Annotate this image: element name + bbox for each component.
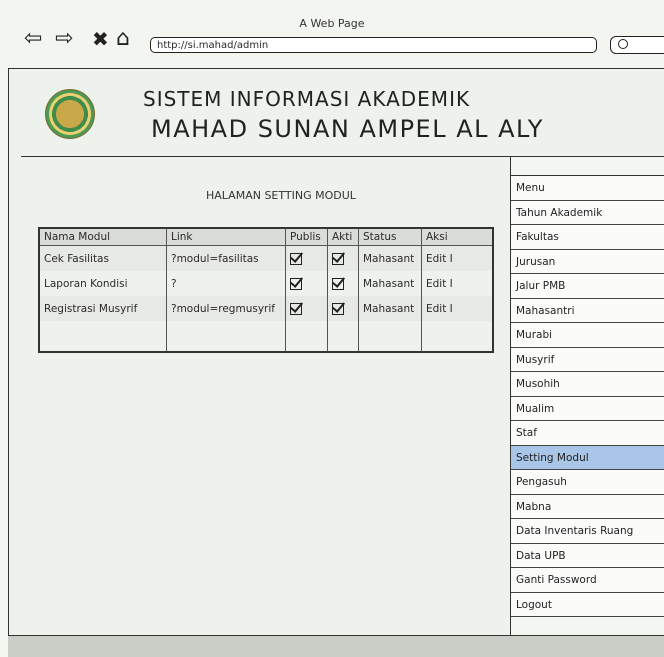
module-link: ?modul=regmusyrif	[166, 296, 286, 321]
sidebar-item-setting-modul[interactable]: Setting Modul	[511, 445, 664, 470]
column-header: Publis	[285, 228, 328, 246]
column-header: Link	[166, 228, 286, 246]
page-footer	[8, 635, 664, 657]
publis-checkbox[interactable]	[290, 278, 302, 290]
aktif-checkbox[interactable]	[332, 253, 344, 265]
table-row: Cek Fasilitas ?modul=fasilitas Mahasant …	[38, 245, 493, 271]
column-header: Status	[358, 228, 422, 246]
module-status: Mahasant	[358, 296, 422, 321]
column-header: Nama Modul	[38, 228, 167, 246]
sidebar-item-tahun-akademik[interactable]: Tahun Akademik	[511, 200, 664, 225]
column-header: Aksi	[421, 228, 493, 246]
edit-link[interactable]: Edit I	[421, 245, 493, 271]
close-icon[interactable]: ✖	[92, 26, 109, 52]
module-table: Nama Modul Link Publis Akti Status Aksi …	[38, 227, 494, 353]
page-title: HALAMAN SETTING MODUL	[206, 189, 356, 202]
address-bar[interactable]: http://si.mahad/admin	[150, 37, 597, 53]
sidebar-item-fakultas[interactable]: Fakultas	[511, 225, 664, 250]
table-header-row: Nama Modul Link Publis Akti Status Aksi	[38, 228, 493, 246]
sidebar-item-data-upb[interactable]: Data UPB	[511, 543, 664, 568]
column-header: Akti	[327, 228, 359, 246]
sidebar-item-logout[interactable]: Logout	[511, 592, 664, 617]
sidebar-item-mualim[interactable]: Mualim	[511, 396, 664, 421]
site-header: SISTEM INFORMASI AKADEMIK MAHAD SUNAN AM…	[21, 69, 664, 157]
aktif-checkbox[interactable]	[332, 303, 344, 315]
table-row-empty	[38, 321, 493, 352]
sidebar-item-jalur-pmb[interactable]: Jalur PMB	[511, 274, 664, 299]
module-link: ?	[166, 271, 286, 296]
sidebar-item-pengasuh[interactable]: Pengasuh	[511, 470, 664, 495]
sidebar-item-jurusan[interactable]: Jurusan	[511, 249, 664, 274]
module-name: Registrasi Musyrif	[38, 296, 167, 321]
search-icon	[618, 39, 628, 49]
sidebar-item-mabna[interactable]: Mabna	[511, 494, 664, 519]
aktif-checkbox[interactable]	[332, 278, 344, 290]
site-title: SISTEM INFORMASI AKADEMIK	[143, 87, 471, 111]
edit-link[interactable]: Edit I	[421, 296, 493, 321]
browser-chrome: A Web Page ⇦ ⇨ ✖ ⌂ http://si.mahad/admin	[0, 0, 664, 70]
module-name: Cek Fasilitas	[38, 245, 167, 271]
module-status: Mahasant	[358, 245, 422, 271]
edit-link[interactable]: Edit I	[421, 271, 493, 296]
publis-checkbox[interactable]	[290, 303, 302, 315]
sidebar-item-mahasantri[interactable]: Mahasantri	[511, 298, 664, 323]
sidebar-item-musyrif[interactable]: Musyrif	[511, 347, 664, 372]
browser-search-field[interactable]	[610, 36, 664, 54]
forward-arrow-icon[interactable]: ⇨	[55, 26, 73, 52]
sidebar-item-murabi[interactable]: Murabi	[511, 323, 664, 348]
home-icon[interactable]: ⌂	[116, 26, 130, 52]
sidebar-item-menu: Menu	[511, 176, 664, 201]
university-logo	[45, 89, 95, 139]
sidebar-item-ganti-password[interactable]: Ganti Password	[511, 568, 664, 593]
site-subtitle: MAHAD SUNAN AMPEL AL ALY	[151, 115, 544, 143]
sidebar-menu: Menu Tahun Akademik Fakultas Jurusan Jal…	[510, 157, 664, 635]
module-status: Mahasant	[358, 271, 422, 296]
table-row: Registrasi Musyrif ?modul=regmusyrif Mah…	[38, 296, 493, 321]
publis-checkbox[interactable]	[290, 253, 302, 265]
sidebar-spacer	[511, 157, 664, 176]
table-row: Laporan Kondisi ? Mahasant Edit I	[38, 271, 493, 296]
sidebar-item-musohih[interactable]: Musohih	[511, 372, 664, 397]
sidebar-item-data-inventaris-ruang[interactable]: Data Inventaris Ruang	[511, 519, 664, 544]
module-link: ?modul=fasilitas	[166, 245, 286, 271]
module-name: Laporan Kondisi	[38, 271, 167, 296]
sidebar-item-staf[interactable]: Staf	[511, 421, 664, 446]
back-arrow-icon[interactable]: ⇦	[24, 26, 42, 52]
